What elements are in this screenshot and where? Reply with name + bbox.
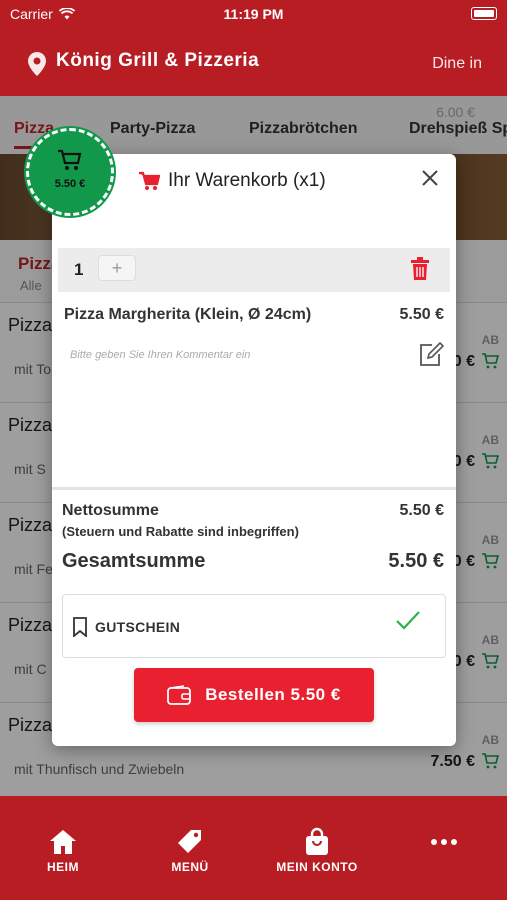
cart-modal: Ihr Warenkorb (x1) 1 + Pizza Margherita … [52, 154, 456, 746]
nav-home-label: HEIM [47, 860, 79, 874]
cart-item-price: 5.50 € [399, 306, 444, 323]
cart-badge[interactable]: 5.50 € [26, 128, 114, 216]
net-total-value: 5.50 € [399, 502, 444, 519]
nav-menu[interactable]: MENÜ [135, 826, 245, 874]
bag-icon [306, 827, 328, 855]
nav-account[interactable]: MEIN KONTO [262, 826, 372, 874]
voucher-field[interactable]: GUTSCHEIN [62, 594, 446, 658]
clock: 11:19 PM [223, 6, 284, 22]
tag-icon [178, 830, 201, 853]
restaurant-name: König Grill & Pizzeria [56, 50, 260, 71]
quantity-bar: 1 + [58, 248, 450, 292]
net-total-label: Nettosumme [62, 502, 159, 519]
app-header: König Grill & Pizzeria Dine in [0, 30, 507, 96]
cart-icon [58, 149, 82, 170]
nav-menu-label: MENÜ [171, 860, 209, 874]
voucher-label: GUTSCHEIN [95, 619, 181, 635]
grand-total-label: Gesamtsumme [62, 550, 206, 572]
bookmark-icon [73, 617, 87, 637]
nav-account-label: MEIN KONTO [276, 860, 358, 874]
nav-home[interactable]: HEIM [8, 826, 118, 874]
nav-more[interactable] [389, 826, 499, 860]
wallet-icon [167, 685, 192, 705]
grand-total-value: 5.50 € [388, 550, 444, 572]
cart-item-name: Pizza Margherita (Klein, Ø 24cm) [64, 306, 312, 323]
tax-note: (Steuern und Rabatte sind inbegriffen) [62, 524, 299, 539]
order-button-label: Bestellen 5.50 € [205, 685, 341, 704]
item-quantity: 1 [74, 260, 84, 279]
location-pin-icon [28, 52, 46, 76]
trash-icon[interactable] [410, 257, 430, 281]
more-icon [431, 839, 457, 845]
home-icon [50, 830, 76, 854]
edit-icon[interactable] [418, 342, 444, 368]
check-icon[interactable] [395, 609, 421, 631]
divider [52, 487, 456, 490]
bottom-nav: HEIM MENÜ MEIN KONTO [0, 796, 507, 900]
increase-quantity-button[interactable]: + [98, 255, 136, 281]
battery-icon [471, 7, 497, 20]
cart-icon [139, 171, 160, 190]
cart-title: Ihr Warenkorb (x1) [138, 170, 326, 192]
cart-badge-total: 5.50 € [54, 178, 86, 190]
status-bar: Carrier 11:19 PM [0, 0, 507, 30]
close-icon[interactable] [420, 168, 440, 188]
comment-input[interactable] [70, 349, 400, 361]
cart-title-text: Ihr Warenkorb (x1) [168, 170, 326, 191]
order-button[interactable]: Bestellen 5.50 € [134, 668, 374, 722]
dine-mode-toggle[interactable]: Dine in [432, 55, 482, 73]
